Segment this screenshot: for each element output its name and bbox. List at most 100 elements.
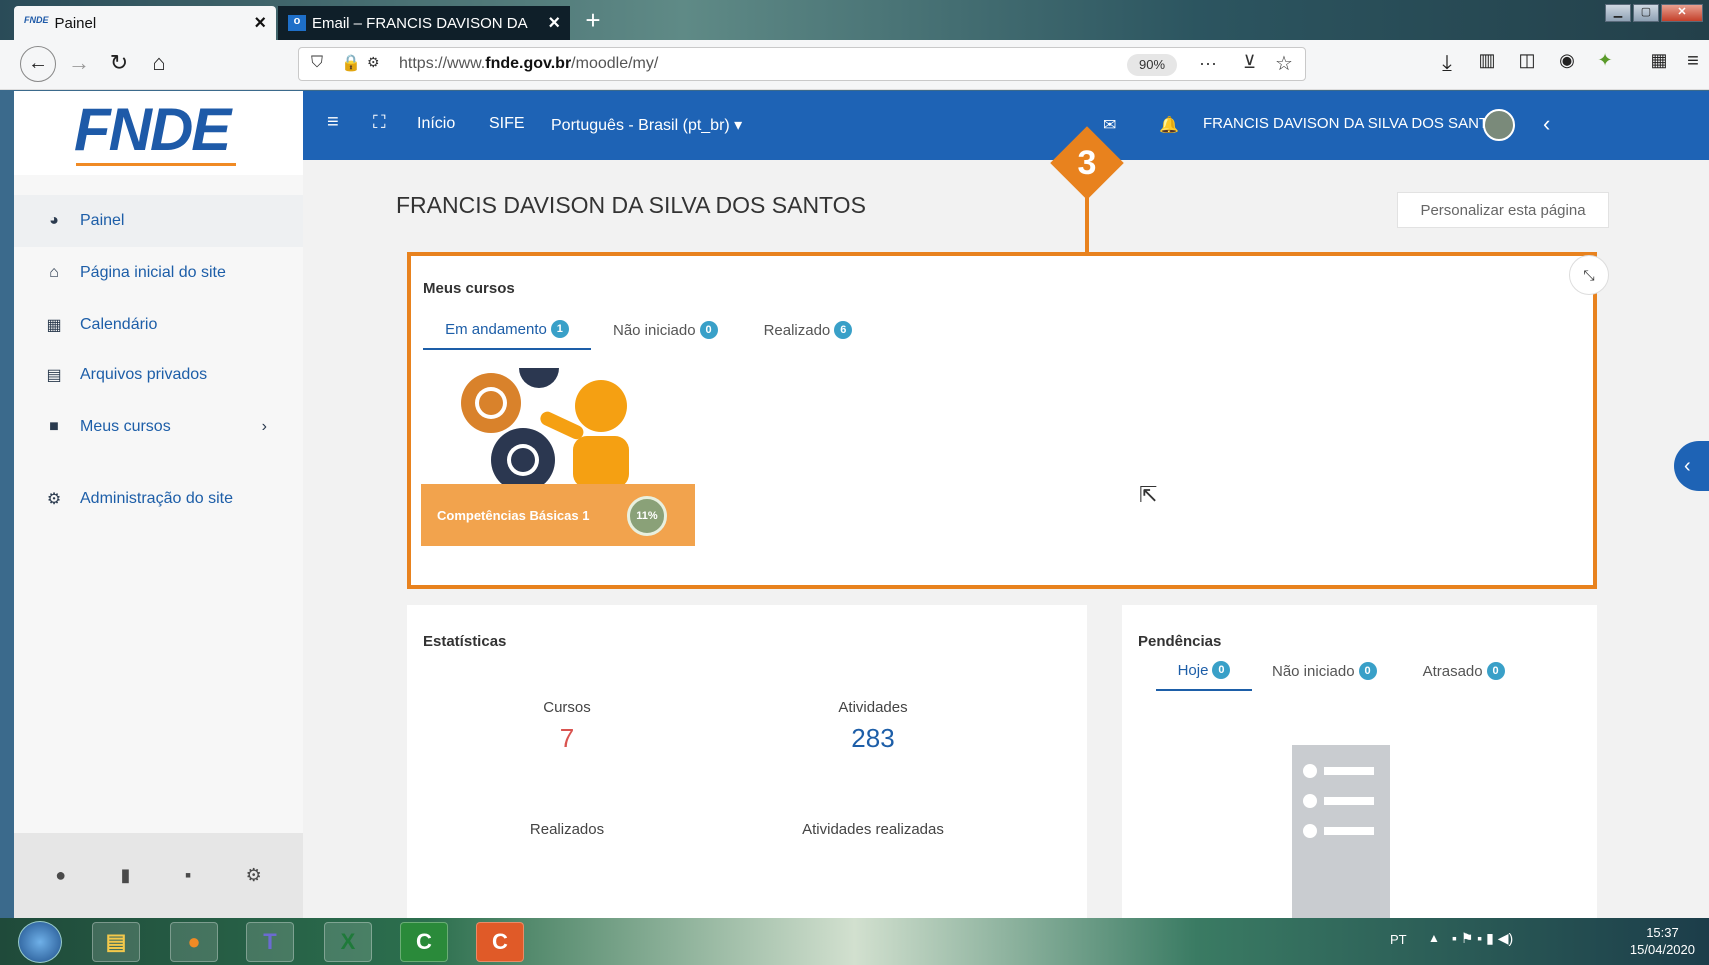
clock[interactable]: 15:37 15/04/2020 [1630, 924, 1695, 958]
atividades-realizadas-label: Atividades realizadas [802, 821, 944, 838]
sidebar-item-home[interactable]: ⌂ Página inicial do site [14, 247, 303, 299]
maximize-button[interactable]: ▢ [1633, 4, 1659, 22]
tab-hoje[interactable]: Hoje 0 [1156, 651, 1252, 691]
date: 15/04/2020 [1629, 942, 1695, 957]
tab-email[interactable]: o Email – FRANCIS DAVISON DA × [278, 6, 570, 40]
sidebar-item-label: Administração do site [80, 490, 233, 507]
reload-icon[interactable]: ↻ [104, 50, 134, 76]
sidebar-item-label: Meus cursos [80, 418, 171, 435]
card-title: Estatísticas [423, 633, 507, 650]
forward-icon[interactable]: → [64, 50, 94, 76]
lock-icon: 🔒 [341, 55, 361, 72]
sidebar-item-courses[interactable]: ■ Meus cursos › [14, 401, 303, 453]
chevron-right-icon: › [261, 418, 267, 435]
browser-tab-bar: FNDE Painel × o Email – FRANCIS DAVISON … [0, 0, 1709, 40]
atividades-value: 283 [851, 723, 895, 753]
new-tab-button[interactable]: + [578, 6, 608, 36]
tab-title: Painel [54, 14, 97, 32]
library-icon[interactable]: ▥ [1472, 50, 1502, 71]
tab-nao-iniciado[interactable]: Não iniciado 0 [1254, 651, 1395, 691]
tray-icons[interactable]: ▪ ⚑ ▪ ▮ ◀) [1452, 930, 1513, 947]
home-icon[interactable]: ⌂ [144, 50, 174, 76]
close-window-button[interactable]: ✕ [1661, 4, 1703, 22]
sidebar-item-painel[interactable]: ◕ Painel [14, 195, 303, 247]
extension2-icon[interactable]: ▦ [1644, 50, 1674, 71]
drawer-toggle[interactable]: ‹ [1674, 441, 1709, 491]
cursos-label: Cursos [543, 699, 591, 716]
nav-sife[interactable]: SIFE [489, 115, 525, 133]
sidebar-item-label: Página inicial do site [80, 264, 226, 281]
sidebar-item-calendar[interactable]: ▦ Calendário [14, 299, 303, 351]
user-name[interactable]: FRANCIS DAVISON DA SILVA DOS SANTOS [1203, 115, 1509, 132]
realizados-label: Realizados [529, 821, 605, 838]
card-title: Pendências [1138, 633, 1222, 650]
customize-page-button[interactable]: Personalizar esta página [1397, 192, 1609, 228]
chat-icon[interactable]: ● [55, 865, 66, 886]
menu-icon[interactable]: ≡ [1678, 50, 1708, 73]
collapse-icon[interactable]: ⤡ [1569, 255, 1609, 295]
fnde-logo[interactable]: FNDE [74, 95, 231, 164]
pocket-icon[interactable]: ⊻ [1243, 52, 1256, 73]
document-icon[interactable]: ▮ [121, 865, 131, 886]
shield-icon: ⛉ [311, 54, 324, 71]
course-card[interactable]: Competências Básicas 1 11% [421, 484, 695, 546]
close-tab-icon[interactable]: × [548, 12, 560, 35]
tab-realizado[interactable]: Realizado 6 [746, 310, 871, 350]
sidebar-item-files[interactable]: ▤ Arquivos privados [14, 349, 303, 401]
explorer-icon[interactable]: ▤ [92, 922, 140, 962]
mail-icon[interactable]: ✉ [1103, 115, 1116, 135]
hamburger-icon[interactable]: ≡ [327, 111, 339, 134]
dashboard-icon: ◕ [49, 212, 59, 229]
archive-icon[interactable]: ▪ [185, 865, 191, 886]
camtasia-green-icon[interactable]: C [400, 922, 448, 962]
course-tabs: Em andamento 1 Não iniciado 0 Realizado 6 [423, 310, 870, 350]
logo-area: FNDE [14, 91, 303, 175]
start-button[interactable] [18, 921, 62, 963]
tray-expand-icon[interactable]: ▲ [1428, 931, 1440, 945]
zoom-level[interactable]: 90% [1127, 54, 1177, 76]
fnde-favicon: FNDE [24, 15, 49, 25]
count-badge: 0 [1358, 662, 1377, 680]
tab-painel[interactable]: FNDE Painel × [14, 6, 276, 40]
minimize-button[interactable]: ▁ [1605, 4, 1631, 22]
language-selector[interactable]: Português - Brasil (pt_br) ▾ [551, 115, 742, 135]
permissions-icon[interactable]: ⚙ [367, 54, 380, 71]
count-badge: 0 [1486, 662, 1505, 680]
sidebar-item-label: Arquivos privados [80, 366, 208, 383]
account-icon[interactable]: ◉ [1552, 50, 1582, 71]
more-icon[interactable]: ··· [1199, 53, 1217, 74]
language-indicator[interactable]: PT [1390, 932, 1407, 947]
sidebar-item-label: Calendário [80, 316, 158, 333]
bell-icon[interactable]: 🔔 [1159, 115, 1179, 135]
avatar[interactable] [1483, 109, 1515, 141]
firefox-icon[interactable]: ● [170, 922, 218, 962]
extension-icon[interactable]: ✦ [1590, 50, 1620, 71]
address-bar[interactable]: ⛉ 🔒 ⚙ https://www.fnde.gov.br/moodle/my/… [298, 47, 1306, 81]
close-tab-icon[interactable]: × [254, 12, 266, 35]
gear-icon: ⚙ [46, 491, 62, 508]
my-courses-card: Meus cursos Em andamento 1 Não iniciado 0 … [407, 252, 1597, 589]
sidebar-item-admin[interactable]: ⚙ Administração do site [14, 473, 303, 525]
fullscreen-icon[interactable]: ⛶ [373, 112, 386, 133]
home-icon: ⌂ [49, 264, 59, 281]
excel-icon[interactable]: X [324, 922, 372, 962]
course-image[interactable] [451, 368, 641, 488]
bookmark-star-icon[interactable]: ☆ [1275, 51, 1293, 76]
back-icon[interactable]: ← [20, 46, 56, 82]
tab-title: Email – FRANCIS DAVISON DA [312, 14, 528, 32]
logo-underline [76, 163, 236, 166]
calendar-icon: ▦ [46, 317, 62, 334]
sidebar-icon[interactable]: ◫ [1512, 50, 1542, 71]
tab-nao-iniciado[interactable]: Não iniciado 0 [595, 310, 736, 350]
camtasia-orange-icon[interactable]: C [476, 922, 524, 962]
tab-em-andamento[interactable]: Em andamento 1 [423, 310, 591, 350]
tab-atrasado[interactable]: Atrasado 0 [1405, 651, 1523, 691]
windows-taskbar: ▤ ● T X C C PT ▲ ▪ ⚑ ▪ ▮ ◀) 15:37 15/04/… [0, 918, 1709, 965]
chevron-left-icon[interactable]: ‹ [1543, 111, 1550, 137]
nav-inicio[interactable]: Início [417, 115, 455, 133]
sidebar-footer: ● ▮ ▪ ⚙ [14, 833, 303, 918]
time: 15:37 [1646, 925, 1679, 940]
teams-icon[interactable]: T [246, 922, 294, 962]
settings-icon[interactable]: ⚙ [246, 865, 262, 886]
download-icon[interactable]: ⤓ [1432, 50, 1462, 76]
